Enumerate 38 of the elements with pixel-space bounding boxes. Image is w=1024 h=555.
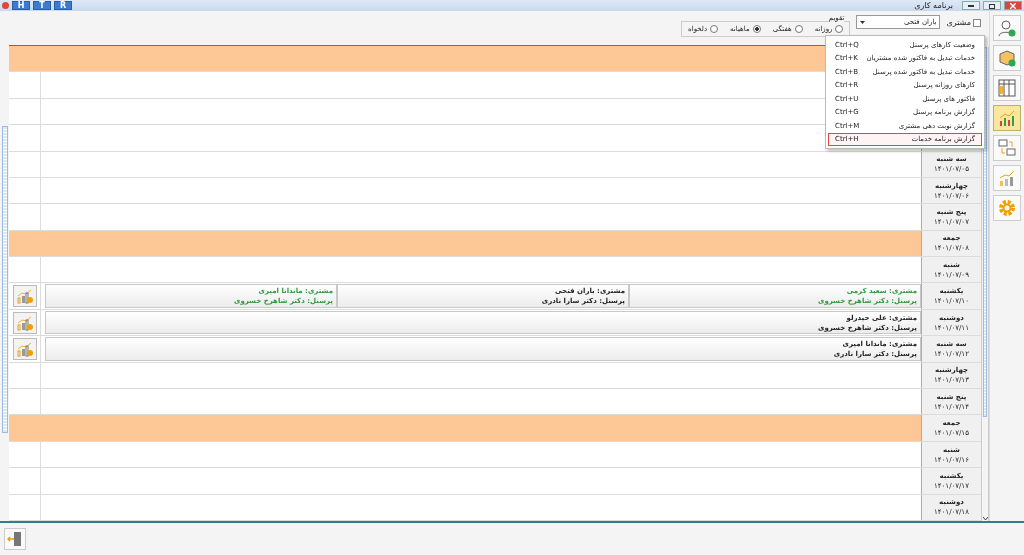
growth-chart-icon: [998, 169, 1016, 187]
exit-door-icon: [7, 531, 23, 547]
scrollbar[interactable]: [1, 126, 8, 433]
toolbar-button[interactable]: [993, 165, 1021, 191]
toolbar-button[interactable]: [993, 45, 1021, 71]
customer-checkbox[interactable]: مشتری: [946, 18, 981, 27]
customer-label: مشتری: [946, 18, 971, 27]
quick-button[interactable]: T: [33, 1, 51, 10]
report-button[interactable]: [12, 337, 37, 360]
close-dot-icon[interactable]: [2, 2, 9, 9]
minimize-icon: [968, 4, 974, 7]
report-button[interactable]: [12, 285, 37, 308]
restore-icon: [988, 2, 996, 9]
toolbar-button[interactable]: [993, 195, 1021, 221]
table-icon: [998, 79, 1016, 97]
quick-button[interactable]: R: [54, 1, 72, 10]
report-button[interactable]: [12, 311, 37, 334]
close-icon: [1010, 2, 1016, 9]
minimize-button[interactable]: [962, 1, 980, 10]
settings-icon: [998, 199, 1016, 217]
close-button[interactable]: [1004, 1, 1022, 10]
bar-chart-icon: [998, 109, 1016, 127]
caret-icon: [860, 20, 866, 24]
user-add-icon: [998, 19, 1016, 37]
exit-button[interactable]: [4, 528, 26, 550]
toolbar-button[interactable]: [993, 105, 1021, 131]
toolbar-button[interactable]: [993, 15, 1021, 41]
monitors-transfer-icon: [998, 139, 1016, 157]
toolbar-button[interactable]: [993, 135, 1021, 161]
chart-icon: [15, 314, 34, 331]
toolbar-button[interactable]: [993, 75, 1021, 101]
package-add-icon: [998, 49, 1016, 67]
quick-button[interactable]: H: [12, 1, 30, 10]
chart-icon: [15, 340, 34, 357]
window-title: برنامه کاری: [914, 1, 953, 10]
restore-button[interactable]: [983, 1, 1001, 10]
scroll-down-icon[interactable]: [982, 517, 988, 521]
chart-icon: [15, 288, 34, 305]
